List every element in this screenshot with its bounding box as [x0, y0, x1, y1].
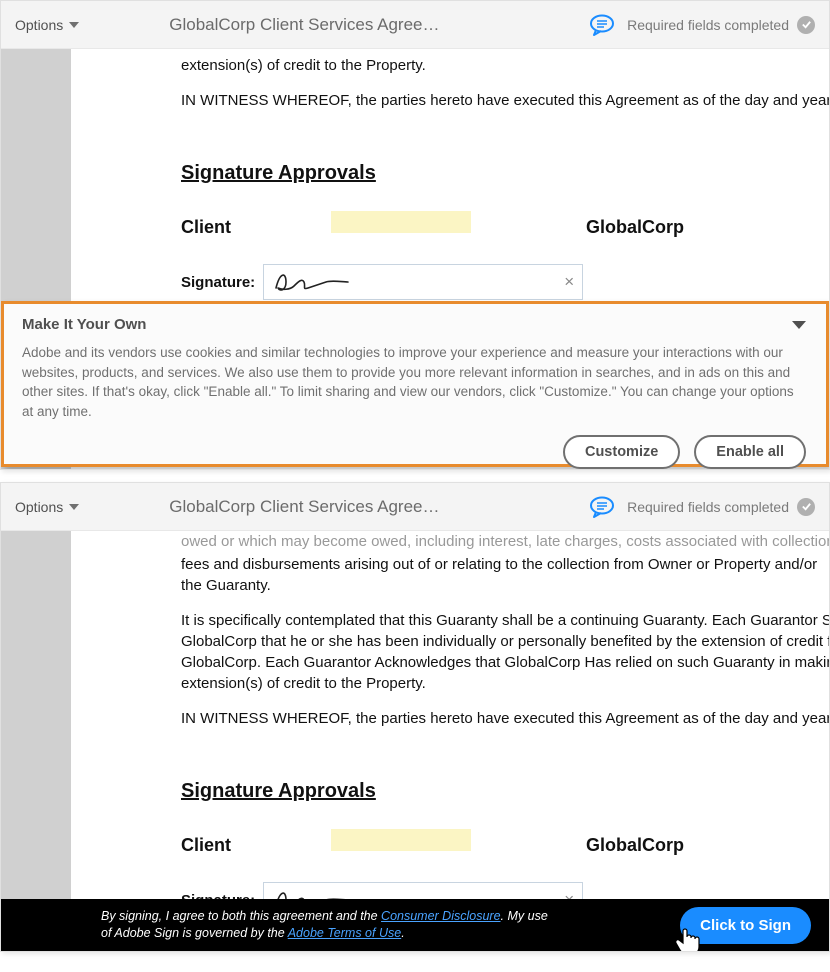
document-title: GlobalCorp Client Services Agree… [169, 497, 439, 517]
options-label: Options [15, 499, 63, 515]
cookie-body: Adobe and its vendors use cookies and si… [22, 343, 806, 421]
body-text-block: It is specifically contemplated that thi… [181, 610, 830, 694]
signature-heading: Signature Approvals [181, 777, 830, 805]
globalcorp-label: GlobalCorp [586, 215, 684, 240]
document-title: GlobalCorp Client Services Agree… [169, 15, 439, 35]
body-text: fees and disbursements arising out of or… [181, 554, 830, 596]
required-fields-label: Required fields completed [627, 499, 789, 515]
field-highlight[interactable] [331, 829, 471, 851]
check-circle-icon [797, 498, 815, 516]
body-text: IN WITNESS WHEREOF, the parties hereto h… [181, 90, 830, 111]
required-fields-label: Required fields completed [627, 17, 789, 33]
agreement-bar: By signing, I agree to both this agreeme… [1, 899, 829, 951]
chevron-down-icon [69, 504, 79, 510]
cookie-title: Make It Your Own [22, 316, 146, 333]
page-gutter [1, 531, 71, 901]
body-text: extension(s) of credit to the Property. [181, 55, 830, 76]
options-menu[interactable]: Options [15, 499, 79, 515]
chevron-down-icon [69, 22, 79, 28]
click-to-sign-button[interactable]: Click to Sign [680, 907, 811, 944]
globalcorp-label: GlobalCorp [586, 833, 684, 858]
adobe-terms-link[interactable]: Adobe Terms of Use [288, 926, 401, 940]
signature-label: Signature: [181, 272, 255, 293]
body-text-clipped: owed or which may become owed, including… [181, 531, 830, 552]
enable-all-button[interactable]: Enable all [694, 435, 806, 469]
esign-panel-after: Options GlobalCorp Client Services Agree… [0, 482, 830, 952]
options-label: Options [15, 17, 63, 33]
check-circle-icon [797, 16, 815, 34]
signature-heading: Signature Approvals [181, 159, 830, 187]
field-highlight[interactable] [331, 211, 471, 233]
agreement-text: By signing, I agree to both this agreeme… [101, 908, 561, 942]
signature-glyph [272, 268, 352, 296]
required-fields-status: Required fields completed [627, 498, 815, 516]
customize-button[interactable]: Customize [563, 435, 680, 469]
signature-field[interactable]: × [263, 264, 583, 300]
document-page: owed or which may become owed, including… [71, 531, 830, 901]
comment-icon[interactable] [589, 14, 615, 36]
top-bar: Options GlobalCorp Client Services Agree… [1, 1, 829, 49]
required-fields-status: Required fields completed [627, 16, 815, 34]
comment-icon[interactable] [589, 496, 615, 518]
consumer-disclosure-link[interactable]: Consumer Disclosure [381, 909, 500, 923]
clear-signature-icon[interactable]: × [564, 270, 574, 294]
options-menu[interactable]: Options [15, 17, 79, 33]
collapse-chevron-icon[interactable] [792, 321, 806, 329]
cookie-consent-banner: Make It Your Own Adobe and its vendors u… [1, 301, 829, 467]
esign-panel-before: Options GlobalCorp Client Services Agree… [0, 0, 830, 470]
top-bar: Options GlobalCorp Client Services Agree… [1, 483, 829, 531]
body-text: IN WITNESS WHEREOF, the parties hereto h… [181, 708, 830, 729]
